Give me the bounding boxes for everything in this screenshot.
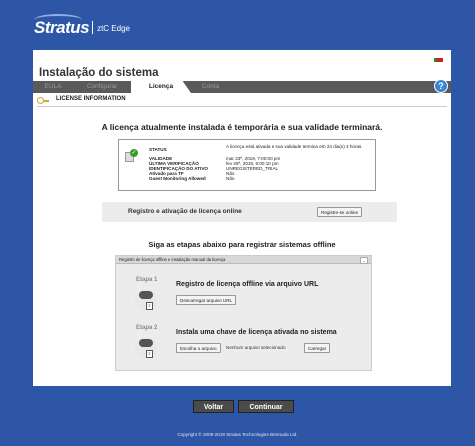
back-button[interactable]: Voltar <box>193 400 234 413</box>
product-name: ztC Edge <box>97 24 130 33</box>
offline-title: Siga as etapas abaixo para registrar sis… <box>148 240 336 249</box>
key-icon <box>37 97 50 104</box>
download-url-file-button[interactable]: Descarregar arquivo URL <box>176 295 237 305</box>
online-registration-bar: Registro e ativação de licença online Re… <box>102 202 397 222</box>
offline-registration-panel: Registro de licença offline e instalação… <box>115 255 372 371</box>
document-icon: ≡ <box>146 350 153 358</box>
status-label: STATUS <box>149 147 167 152</box>
step-2-title: Instala uma chave de licença ativada no … <box>176 329 337 336</box>
copyright-footer: Copyright © 2009-2019 Stratus Technologi… <box>177 432 298 437</box>
tab-eula[interactable]: EULA <box>33 81 73 93</box>
license-valid-icon: ✓ <box>125 149 138 162</box>
language-flag-icon[interactable] <box>434 58 443 62</box>
no-file-selected-text: Nenhum arquivo selecionado <box>226 345 286 350</box>
offline-panel-header-label: Registro de licença offline e instalação… <box>119 257 226 262</box>
logo-swoosh <box>34 14 82 26</box>
step-2-label: Etapa 2 <box>136 325 158 331</box>
logo-divider <box>92 21 94 34</box>
license-status-box: ✓ STATUS A licença está ativada e sua val… <box>118 139 376 191</box>
continue-button[interactable]: Continuar <box>238 400 294 413</box>
offline-panel-header: Registro de licença offline e instalação… <box>116 256 371 264</box>
tab-licenca[interactable]: Licença <box>131 81 191 93</box>
wizard-tabs: EULA Configurar Licença Conta ? <box>33 79 451 93</box>
status-value: Não <box>226 176 235 181</box>
license-headline: A licença atualmente instalada é temporá… <box>101 122 383 132</box>
help-icon[interactable]: ? <box>434 79 448 93</box>
document-icon: ≡ <box>146 302 153 310</box>
cloud-upload-icon <box>139 337 153 347</box>
stratus-logo: Stratus ztC Edge <box>34 14 130 38</box>
upload-button[interactable]: Carregar <box>304 343 331 353</box>
status-label: Guest Monitoring Allowed <box>149 176 206 181</box>
section-title: LICENSE INFORMATION <box>56 96 126 102</box>
register-online-button[interactable]: Registre-se online <box>317 207 363 217</box>
online-registration-label: Registro e ativação de licença online <box>128 208 242 215</box>
collapse-icon[interactable]: – <box>360 257 368 264</box>
status-value: A licença está ativada e sua validade te… <box>226 144 363 149</box>
page-title: Instalação do sistema <box>39 67 159 79</box>
section-divider <box>37 106 447 107</box>
tab-configurar[interactable]: Configurar <box>73 81 131 93</box>
installation-panel: Instalação do sistema EULA Configurar Li… <box>33 50 451 386</box>
choose-file-button[interactable]: Escolha o arquivo <box>176 343 221 353</box>
step-1-label: Etapa 1 <box>136 277 158 283</box>
step-1-title: Registro de licença offline via arquivo … <box>176 281 319 288</box>
tab-conta[interactable]: Conta <box>188 81 233 93</box>
cloud-download-icon <box>139 289 153 299</box>
